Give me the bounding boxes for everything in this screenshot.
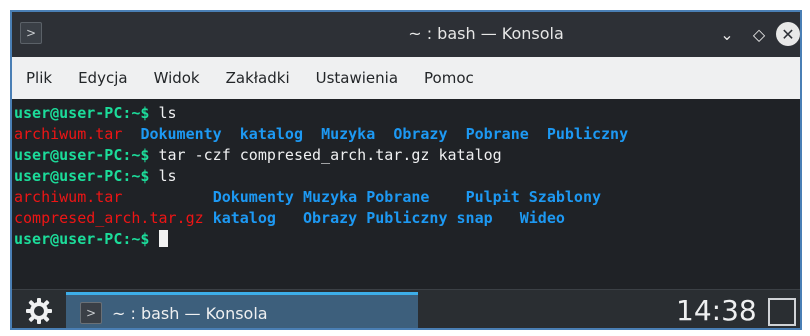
terminal-line: compresed_arch.tar.gz katalog Obrazy Pub… [14,208,798,229]
directory-entry: Pobrane [465,125,529,143]
shell-prompt: user@user-PC:~$ [14,146,150,164]
terminal-output[interactable]: user@user-PC:~$ ls archiwum.tar Dokument… [12,99,800,289]
kde-gear-icon[interactable] [22,294,56,328]
directory-entry: Pulpit [465,188,520,206]
directory-entry: Dokumenty [140,125,222,143]
directory-entry: Obrazy [303,209,358,227]
task-label: ~ : bash — Konsola [112,303,268,323]
terminal-line: user@user-PC:~$ ls [14,103,798,124]
terminal-line: archiwum.tar Dokumenty Muzyka Pobrane Pu… [14,187,798,208]
directory-entry: Dokumenty [212,188,294,206]
menu-item-pomoc[interactable]: Pomoc [424,69,474,87]
menu-item-zakladki[interactable]: Zakładki [226,69,290,87]
command-text: tar -czf compresed_arch.tar.gz katalog [158,146,502,164]
taskbar-task-konsole[interactable]: > ~ : bash — Konsola [66,292,418,328]
menu-item-plik[interactable]: Plik [26,69,52,87]
menu-bar: Plik Edycja Widok Zakładki Ustawienia Po… [12,57,800,99]
directory-entry: Wideo [519,209,565,227]
terminal-line: user@user-PC:~$ [14,229,798,250]
terminal-icon: > [80,302,102,324]
shell-prompt: user@user-PC:~$ [14,104,150,122]
archive-file: archiwum.tar [14,188,123,206]
terminal-line: archiwum.tar Dokumenty katalog Muzyka Ob… [14,124,798,145]
terminal-line: user@user-PC:~$ tar -czf compresed_arch.… [14,145,798,166]
shell-prompt: user@user-PC:~$ [14,230,150,248]
terminal-line: user@user-PC:~$ ls [14,166,798,187]
clock[interactable]: 14:38 [676,294,757,327]
pin-icon[interactable]: ◇ [748,23,770,45]
archive-file: compresed_arch.tar.gz [14,209,204,227]
konsole-window: > ~ : bash — Konsola ⌄ ◇ ✕ Plik Edycja W… [10,10,802,330]
directory-entry: Pobrane [366,188,430,206]
taskbar: > ~ : bash — Konsola 14:38 [12,289,800,328]
directory-entry: Obrazy [393,125,448,143]
directory-entry: katalog [212,209,276,227]
menu-item-edycja[interactable]: Edycja [78,69,127,87]
directory-entry: Muzyka [303,188,358,206]
menu-item-ustawienia[interactable]: Ustawienia [316,69,398,87]
text-cursor [158,230,168,247]
title-bar[interactable]: > ~ : bash — Konsola ⌄ ◇ ✕ [12,12,800,57]
command-text: ls [158,104,177,122]
directory-entry: Publiczny [546,125,629,143]
close-icon[interactable]: ✕ [776,22,800,46]
directory-entry: Szablony [528,188,602,206]
directory-entry: Muzyka [321,125,376,143]
shell-prompt: user@user-PC:~$ [14,167,150,185]
directory-entry: katalog [239,125,303,143]
show-desktop-icon[interactable] [768,298,796,326]
command-text: ls [158,167,177,185]
window-title: ~ : bash — Konsola [408,24,564,43]
archive-file: archiwum.tar [14,125,123,143]
chevron-down-icon[interactable]: ⌄ [716,23,738,45]
directory-entry: snap [456,209,493,227]
menu-item-widok[interactable]: Widok [154,69,200,87]
directory-entry: Publiczny [366,209,448,227]
